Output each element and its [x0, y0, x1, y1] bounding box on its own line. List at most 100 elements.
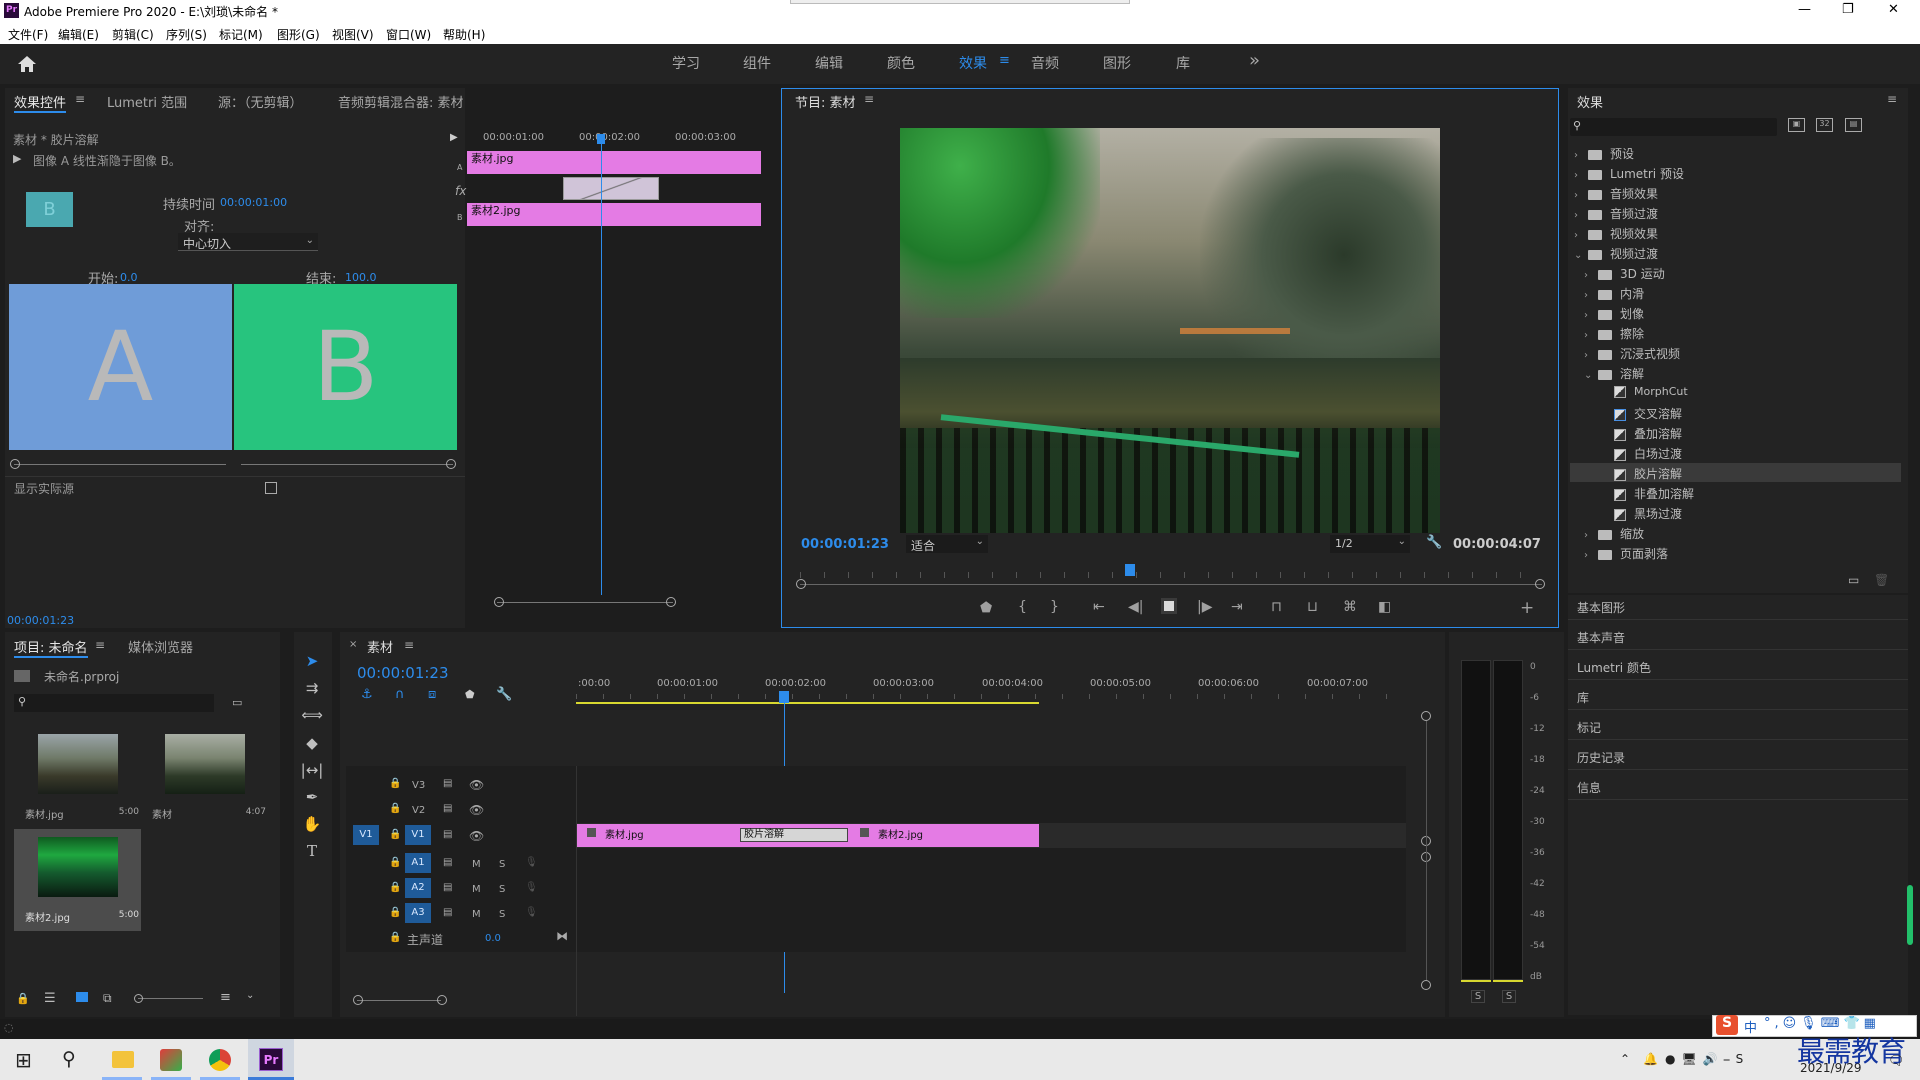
- windows-start-icon[interactable]: ⊞: [15, 1048, 32, 1072]
- effect-non-additive-dissolve[interactable]: 非叠加溶解: [1614, 485, 1694, 502]
- tab-media-browser[interactable]: 媒体浏览器: [128, 637, 193, 656]
- effects-folder-iris[interactable]: › 划像: [1584, 305, 1644, 322]
- freeform-view-icon[interactable]: ⧉: [103, 991, 112, 1006]
- chevron-down-icon[interactable]: ⌄: [246, 990, 254, 1001]
- premiere-pro-icon[interactable]: Pr: [259, 1048, 283, 1071]
- sort-icon[interactable]: ≡: [220, 990, 231, 1005]
- ec-scrollbar[interactable]: [497, 602, 673, 603]
- razor-tool-icon[interactable]: ◆: [300, 734, 324, 758]
- slip-tool-icon[interactable]: |↔|: [300, 761, 324, 785]
- menu-help[interactable]: 帮助(H): [443, 26, 485, 43]
- expand-arrow-icon[interactable]: ▶: [450, 132, 458, 143]
- track-a2-mute[interactable]: M: [472, 884, 481, 895]
- minimize-icon[interactable]: —: [1798, 2, 1811, 17]
- lift-button[interactable]: ⊓: [1271, 599, 1282, 615]
- project-search-input[interactable]: ⚲: [14, 694, 214, 712]
- compare-view-button[interactable]: ◧: [1378, 599, 1391, 615]
- selection-tool-icon[interactable]: ➤: [300, 652, 324, 676]
- effects-search-input[interactable]: ⚲: [1570, 118, 1777, 136]
- ime-language[interactable]: 中: [1744, 1017, 1757, 1036]
- track-v1-eye-icon[interactable]: 👁: [469, 829, 484, 843]
- effects-menu-icon[interactable]: ≡: [1887, 92, 1897, 106]
- tab-effect-controls[interactable]: 效果控件: [14, 92, 67, 113]
- nest-icon[interactable]: ⧈: [428, 687, 436, 702]
- new-search-bin-icon[interactable]: ▭: [232, 696, 242, 709]
- show-source-checkbox[interactable]: [265, 482, 277, 494]
- extract-button[interactable]: ⊔: [1307, 599, 1318, 615]
- project-item-3[interactable]: 素材2.jpg 5:00: [14, 829, 141, 931]
- zoom-slider[interactable]: [138, 998, 203, 999]
- accelerated-effects-icon[interactable]: ▣: [1788, 118, 1805, 132]
- effects-folder-zoom[interactable]: › 缩放: [1584, 525, 1644, 542]
- file-explorer-icon[interactable]: [112, 1051, 134, 1068]
- track-a2-solo[interactable]: S: [499, 884, 505, 895]
- timeline-playhead-handle[interactable]: [779, 691, 789, 703]
- workspace-more-icon[interactable]: »: [1249, 50, 1260, 71]
- snap-icon[interactable]: ⚓: [361, 687, 373, 702]
- timeline-h-scroll-left-handle[interactable]: [353, 995, 363, 1005]
- ripple-edit-tool-icon[interactable]: ⟺: [300, 706, 324, 730]
- effects-folder-3d-motion[interactable]: › 3D 运动: [1584, 265, 1665, 282]
- project-menu-icon[interactable]: ≡: [95, 638, 105, 652]
- tab-lumetri-scopes[interactable]: Lumetri 范围: [107, 92, 187, 111]
- timeline-h-scrollbar[interactable]: [357, 1000, 441, 1001]
- timeline-settings-wrench-icon[interactable]: 🔧: [496, 687, 512, 702]
- workspace-menu-icon[interactable]: ≡: [999, 53, 1010, 68]
- track-a3-sync-icon[interactable]: ▤: [443, 907, 452, 918]
- align-dropdown[interactable]: 中心切入 ⌄: [178, 233, 318, 251]
- hand-tool-icon[interactable]: ✋: [300, 815, 324, 839]
- resolution-dropdown[interactable]: 1/2 ⌄: [1330, 535, 1410, 553]
- essential-graphics-header[interactable]: 基本图形: [1577, 599, 1625, 616]
- track-a1-mic-icon[interactable]: 🎙: [525, 857, 538, 868]
- workspace-graphics[interactable]: 图形: [1103, 53, 1131, 73]
- work-area-bar[interactable]: [576, 702, 1039, 704]
- effect-morphcut[interactable]: MorphCut: [1614, 385, 1688, 398]
- effects-folder-dissolve[interactable]: ⌄ 溶解: [1584, 365, 1644, 382]
- effects-folder-immersive[interactable]: › 沉浸式视频: [1584, 345, 1680, 362]
- close-sequence-icon[interactable]: ×: [349, 639, 357, 650]
- workspace-color[interactable]: 颜色: [887, 53, 915, 73]
- 32bit-effects-icon[interactable]: 32: [1816, 118, 1833, 132]
- program-scrub-bar[interactable]: [800, 584, 1542, 585]
- effect-additive-dissolve[interactable]: 叠加溶解: [1614, 425, 1682, 442]
- icon-view-icon[interactable]: [76, 992, 88, 1002]
- workspace-effects[interactable]: 效果: [959, 53, 987, 73]
- end-value[interactable]: 100.0: [345, 271, 377, 284]
- timeline-h-scroll-right-handle[interactable]: [437, 995, 447, 1005]
- linked-selection-icon[interactable]: ∩: [395, 687, 405, 702]
- track-v3-eye-icon[interactable]: 👁: [469, 778, 484, 792]
- ec-scroll-left-handle[interactable]: [494, 597, 504, 607]
- stop-button[interactable]: [1161, 598, 1177, 614]
- track-v1-target[interactable]: V1: [405, 825, 431, 845]
- type-tool-icon[interactable]: T: [300, 842, 324, 866]
- effects-folder-audio-effects[interactable]: › 音频效果: [1574, 185, 1658, 202]
- master-fx-icon[interactable]: ⧓: [556, 929, 568, 943]
- tray-icons[interactable]: ●🖥🔊⎯S: [1665, 1052, 1749, 1067]
- add-marker-icon[interactable]: ⬟: [465, 688, 475, 701]
- master-lock-icon[interactable]: 🔒: [389, 932, 401, 943]
- track-a1-lock-icon[interactable]: 🔒: [389, 857, 401, 868]
- effects-folder-video-transitions[interactable]: ⌄ 视频过渡: [1574, 245, 1658, 262]
- effects-folder-slide[interactable]: › 内滑: [1584, 285, 1644, 302]
- effect-cross-dissolve[interactable]: 交叉溶解: [1614, 405, 1682, 422]
- program-scrub-left-handle[interactable]: [796, 579, 806, 589]
- timeline-transition[interactable]: 胶片溶解: [740, 828, 848, 842]
- effects-title[interactable]: 效果: [1577, 92, 1603, 111]
- history-header[interactable]: 历史记录: [1577, 749, 1625, 766]
- effects-folder-page-peel[interactable]: › 页面剥落: [1584, 545, 1668, 562]
- lock-icon[interactable]: 🔒: [16, 992, 30, 1005]
- essential-sound-header[interactable]: 基本声音: [1577, 629, 1625, 646]
- track-a1-mute[interactable]: M: [472, 859, 481, 870]
- track-a3-mute[interactable]: M: [472, 909, 481, 920]
- go-to-out-button[interactable]: ⇥: [1231, 599, 1243, 615]
- tab-menu-icon[interactable]: ≡: [75, 92, 85, 106]
- list-view-icon[interactable]: ☰: [44, 991, 56, 1006]
- track-a3-lock-icon[interactable]: 🔒: [389, 907, 401, 918]
- effect-controls-timecode[interactable]: 00:00:01:23: [7, 614, 74, 627]
- effects-folder-audio-transitions[interactable]: › 音频过渡: [1574, 205, 1658, 222]
- track-a2-sync-icon[interactable]: ▤: [443, 882, 452, 893]
- effects-folder-video-effects[interactable]: › 视频效果: [1574, 225, 1658, 242]
- track-a2-target[interactable]: A2: [405, 878, 431, 898]
- menu-window[interactable]: 窗口(W): [386, 26, 431, 43]
- go-to-in-button[interactable]: ⇤: [1093, 599, 1105, 615]
